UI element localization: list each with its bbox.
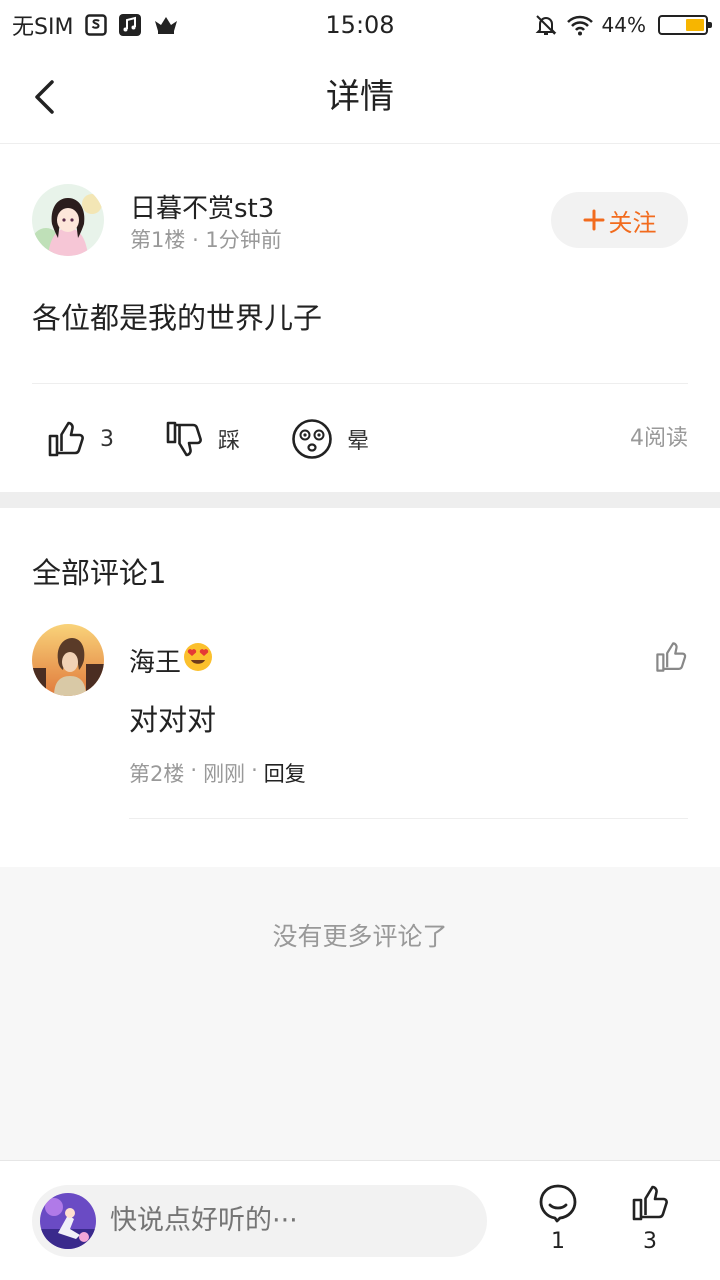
battery-fill	[686, 19, 704, 31]
chat-bubble-icon	[539, 1184, 577, 1223]
status-right: 44%	[534, 0, 712, 50]
post-divider	[32, 383, 688, 384]
author-name[interactable]: 日暮不赏st3	[130, 188, 274, 225]
post-time: 1分钟前	[205, 228, 282, 252]
post-actions: 3 踩 晕 4阅读	[32, 410, 688, 468]
comment-time: 刚刚	[203, 762, 246, 786]
commenter-avatar[interactable]	[32, 624, 104, 696]
bottom-like-count: 3	[643, 1229, 657, 1254]
commenter-name-text: 海王	[129, 648, 182, 678]
top-navbar: 详情	[0, 50, 720, 144]
page-title: 详情	[326, 77, 394, 117]
comment-input[interactable]	[110, 1185, 470, 1257]
dislike-button[interactable]: 踩	[164, 410, 240, 468]
comments-heading: 全部评论1	[32, 556, 167, 590]
author-avatar[interactable]	[32, 184, 104, 256]
dizzy-face-icon	[292, 419, 332, 459]
no-more-area: 没有更多评论了	[0, 867, 720, 1160]
thumbs-up-icon	[48, 421, 84, 457]
read-count: 4阅读	[630, 426, 688, 451]
comment-like-button[interactable]	[654, 640, 688, 674]
comment-floor: 第2楼	[129, 762, 185, 786]
reply-button[interactable]: 回复	[264, 758, 306, 788]
follow-button[interactable]: 关注	[551, 192, 688, 248]
battery-icon	[658, 15, 712, 35]
bottom-like-button[interactable]: 3	[620, 1183, 680, 1263]
mute-bell-icon	[534, 13, 558, 37]
like-count: 3	[100, 426, 114, 452]
meta-dot: ·	[192, 228, 206, 252]
comment-item: 海王 对对对 第2楼 · 刚刚 · 回复	[32, 624, 688, 819]
dizzy-button[interactable]: 晕	[291, 410, 369, 468]
comment-meta: 第2楼 · 刚刚 · 回复	[129, 758, 306, 788]
follow-label: 关注	[608, 208, 657, 237]
post-header: 日暮不赏st3 第1楼 · 1分钟前 关注	[32, 184, 688, 256]
battery-percent: 44%	[601, 13, 646, 37]
meta-dot: ·	[190, 758, 198, 782]
thumbs-up-icon	[632, 1185, 668, 1221]
post-meta: 第1楼 · 1分钟前	[130, 224, 282, 254]
bottom-bar: 1 3	[0, 1160, 720, 1280]
thumbs-up-icon	[656, 642, 687, 672]
comment-text: 对对对	[129, 703, 217, 737]
like-button[interactable]: 3	[46, 410, 114, 468]
meta-dot: ·	[251, 758, 258, 782]
post-floor: 第1楼	[130, 228, 186, 252]
no-more-comments: 没有更多评论了	[272, 922, 448, 951]
comment-input-box[interactable]	[32, 1185, 487, 1257]
plus-icon	[583, 209, 604, 231]
wifi-icon	[566, 14, 594, 36]
comment-count: 1	[551, 1229, 565, 1254]
post-content: 各位都是我的世界儿子	[32, 301, 323, 335]
comments-button[interactable]: 1	[528, 1183, 588, 1263]
heart-eyes-emoji-icon	[183, 642, 213, 679]
status-bar: 无SIM 15:08 44%	[0, 0, 720, 50]
my-avatar	[40, 1193, 96, 1249]
comment-divider	[129, 818, 688, 819]
dislike-label: 踩	[218, 429, 241, 454]
section-separator	[0, 492, 720, 508]
dizzy-label: 晕	[347, 429, 370, 454]
commenter-name[interactable]: 海王	[129, 642, 213, 679]
thumbs-down-icon	[166, 421, 202, 457]
